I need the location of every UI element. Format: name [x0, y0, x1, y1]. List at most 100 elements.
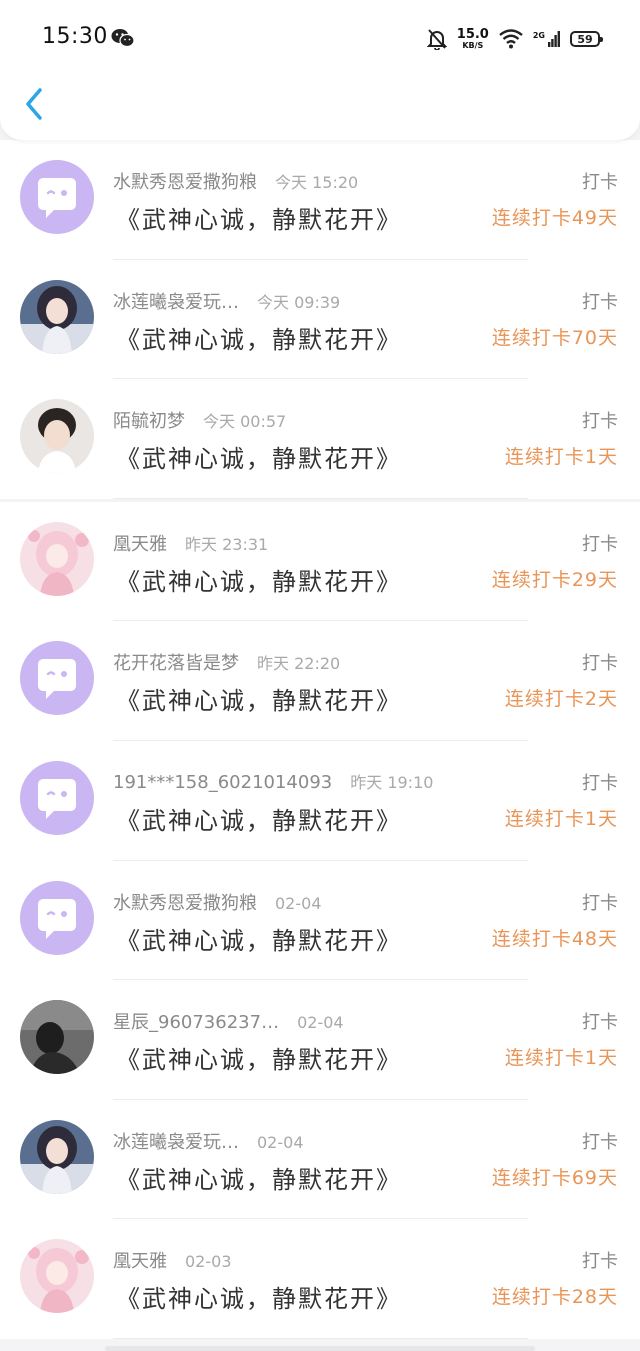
avatar[interactable]: [20, 1000, 94, 1075]
speed-value: 15.0: [456, 27, 489, 42]
checkin-row[interactable]: 陌毓初梦 今天 00:57 《武神心诚，静默花开》 打卡连续打卡1天: [0, 379, 640, 499]
checkin-time: 今天 00:57: [203, 412, 287, 432]
wifi-icon: [499, 29, 523, 49]
checkin-time: 昨天 23:31: [185, 534, 269, 554]
streak-count: 连续打卡1天: [504, 446, 618, 469]
status-indicators: 15.0 KB/S 2G 59: [426, 26, 603, 52]
default-purple-chat-icon: [20, 880, 94, 955]
network-type: 2G: [532, 31, 545, 40]
user-name[interactable]: 花开花落皆是梦: [113, 649, 239, 675]
streak-count: 连续打卡48天: [491, 927, 618, 950]
avatar[interactable]: [20, 521, 94, 596]
checkin-row[interactable]: 凰天雅 昨天 23:31 《武神心诚，静默花开》 打卡 连续打卡29天: [0, 502, 640, 622]
avatar[interactable]: [20, 1239, 94, 1314]
avatar-image: [20, 521, 94, 596]
checkin-tag: 打卡: [582, 411, 618, 433]
streak-count: 连续打卡29天: [491, 568, 618, 591]
book-title: 《武神心诚，静默花开》: [116, 806, 402, 835]
streak-count: 连续打卡1天: [504, 807, 618, 830]
streak-count: 连续打卡49天: [491, 207, 618, 229]
avatar[interactable]: [20, 160, 94, 234]
user-name[interactable]: 凰天雅: [113, 1247, 167, 1273]
name-line: 冰莲曦袅爱玩… 今天 09:39: [113, 288, 340, 314]
checkin-tag: 打卡: [582, 772, 618, 794]
user-name[interactable]: 191***158_6021014093: [113, 772, 332, 793]
user-name[interactable]: 冰莲曦袅爱玩…: [113, 1128, 239, 1154]
checkin-time: 昨天 22:20: [257, 654, 341, 674]
avatar-image: [20, 1000, 94, 1075]
book-title: 《武神心诚，静默花开》: [116, 325, 402, 354]
checkin-list: 水默秀恩爱撒狗粮 今天 15:20 《武神心诚，静默花开》 打卡 连续打卡49天 冰莲曦袅…: [0, 140, 640, 1339]
book-title: 《武神心诚，静默花开》: [116, 1285, 402, 1314]
default-purple-chat-icon: [20, 641, 94, 716]
user-name[interactable]: 冰莲曦袅爱玩…: [113, 288, 239, 314]
book-title: 《武神心诚，静默花开》: [116, 206, 402, 234]
avatar-image: [20, 399, 94, 474]
checkin-row[interactable]: 水默秀恩爱撒狗粮 02-04 《武神心诚，静默花开》 打卡连续打卡48天: [0, 861, 640, 981]
default-purple-chat-icon: [20, 160, 94, 234]
checkin-row[interactable]: 191***158_6021014093 昨天 19:10 《武神心诚，静默花开》 打…: [0, 741, 640, 861]
streak-count: 连续打卡2天: [504, 688, 618, 711]
cellular-signal: 2G: [533, 31, 560, 47]
wechat-icon: [111, 29, 135, 48]
checkin-time: 昨天 19:10: [350, 772, 434, 792]
streak-count: 连续打卡70天: [491, 326, 618, 349]
checkin-row[interactable]: 冰莲曦袅爱玩… 02-04 《武神心诚，静默花开》 打卡连续打卡69天: [0, 1100, 640, 1220]
checkin-tag: 打卡: [582, 1251, 618, 1273]
avatar[interactable]: [20, 641, 94, 716]
battery-indicator: 59: [570, 31, 603, 47]
home-indicator: [105, 1346, 535, 1351]
name-line: 陌毓初梦 今天 00:57: [113, 407, 286, 433]
status-time: 15:30: [42, 24, 108, 49]
avatar[interactable]: [20, 279, 94, 354]
checkin-row[interactable]: 冰莲曦袅爱玩… 今天 09:39 《武神心诚，静默花开》 打卡连续打卡70天: [0, 260, 640, 380]
avatar-image: [20, 1119, 94, 1194]
checkin-tag: 打卡: [582, 291, 618, 313]
checkin-time: 02-03: [185, 1252, 232, 1272]
signal-bars-icon: [548, 31, 560, 47]
avatar-image: [20, 279, 94, 354]
checkin-row[interactable]: 凰天雅 02-03 《武神心诚，静默花开》 打卡连续打卡28天: [0, 1219, 640, 1339]
checkin-tag: 打卡: [582, 172, 618, 193]
name-line: 花开花落皆是梦 昨天 22:20: [113, 649, 340, 675]
user-name[interactable]: 水默秀恩爱撒狗粮: [113, 168, 257, 194]
checkin-time: 02-04: [257, 1132, 304, 1152]
checkin-time: 02-04: [275, 893, 322, 913]
checkin-row[interactable]: 水默秀恩爱撒狗粮 今天 15:20 《武神心诚，静默花开》 打卡连续打卡49天: [0, 140, 640, 260]
avatar[interactable]: [20, 399, 94, 474]
top-bar: 15:30 15.0 KB/S 2G 59: [0, 0, 640, 140]
name-line: 191***158_6021014093 昨天 19:10: [113, 769, 433, 793]
book-title: 《武神心诚，静默花开》: [116, 1165, 402, 1194]
bell-mute-icon: [426, 29, 447, 50]
user-name[interactable]: 凰天雅: [113, 530, 167, 556]
name-line: 冰莲曦袅爱玩… 02-04: [113, 1128, 304, 1154]
checkin-time: 今天 15:20: [275, 173, 359, 192]
user-name[interactable]: 陌毓初梦: [113, 407, 185, 433]
default-purple-chat-icon: [20, 760, 94, 835]
back-button[interactable]: [20, 84, 50, 124]
row-divider: [113, 1337, 528, 1339]
network-speed: 15.0 KB/S: [457, 28, 489, 50]
checkin-tag: 打卡: [582, 533, 618, 555]
battery-level: 59: [577, 32, 593, 46]
streak-count: 连续打卡69天: [491, 1166, 618, 1189]
name-line: 星辰_960736237… 02-04: [113, 1008, 344, 1034]
book-title: 《武神心诚，静默花开》: [116, 687, 402, 716]
checkin-tag: 打卡: [582, 1131, 618, 1153]
avatar-image: [20, 1239, 94, 1314]
checkin-time: 02-04: [297, 1013, 344, 1033]
avatar[interactable]: [20, 880, 94, 955]
avatar[interactable]: [20, 1119, 94, 1194]
book-title: 《武神心诚，静默花开》: [116, 445, 402, 474]
book-title: 《武神心诚，静默花开》: [116, 926, 402, 955]
checkin-row[interactable]: 星辰_960736237… 02-04 《武神心诚，静默花开》 打卡 连续打卡1天: [0, 980, 640, 1100]
streak-count: 连续打卡1天: [504, 1047, 618, 1070]
book-title: 《武神心诚，静默花开》: [116, 1046, 402, 1075]
avatar[interactable]: [20, 760, 94, 835]
streak-count: 连续打卡28天: [491, 1286, 618, 1309]
name-line: 凰天雅 02-03: [113, 1247, 232, 1273]
checkin-tag: 打卡: [582, 892, 618, 914]
user-name[interactable]: 水默秀恩爱撒狗粮: [113, 889, 257, 915]
user-name[interactable]: 星辰_960736237…: [113, 1008, 279, 1034]
checkin-row[interactable]: 花开花落皆是梦 昨天 22:20 《武神心诚，静默花开》 打卡 连续打卡2天: [0, 621, 640, 741]
